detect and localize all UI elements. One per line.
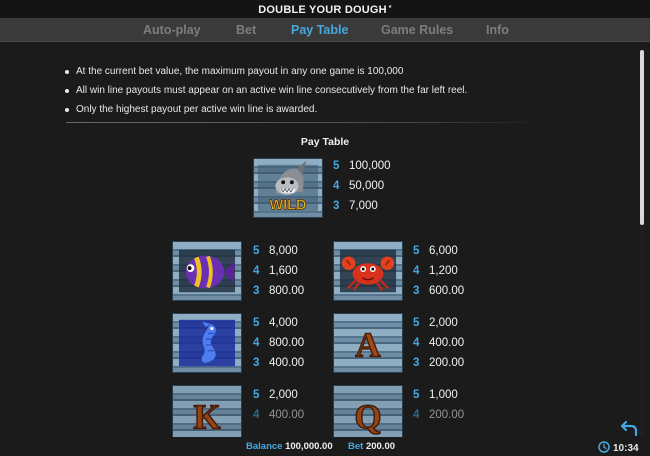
- rule-text: Only the highest payout per active win l…: [76, 104, 318, 115]
- pay-count: 4: [413, 409, 420, 421]
- pay-amount: 1,200: [429, 265, 458, 277]
- pay-amount: 2,000: [429, 317, 458, 329]
- pay-count: 5: [413, 245, 420, 257]
- letter-a-label: A: [355, 326, 380, 365]
- pay-row: 4 400.00: [253, 405, 304, 425]
- pay-count: 4: [413, 265, 420, 277]
- back-arrow-icon[interactable]: [620, 420, 640, 437]
- pay-table-panel: At the current bet value, the maximum pa…: [0, 42, 650, 437]
- pay-amount: 400.00: [269, 409, 305, 421]
- rule-text: At the current bet value, the maximum pa…: [76, 66, 404, 77]
- rule-item: All win line payouts must appear on an a…: [62, 81, 467, 100]
- title-bar: DOUBLE YOUR DOUGH *: [0, 0, 650, 18]
- balance-value: 100,000.00: [285, 441, 333, 452]
- clock-time: 10:34: [613, 443, 639, 454]
- pay-count: 5: [413, 317, 420, 329]
- pay-amount: 2,000: [269, 389, 298, 401]
- bet-value: 200.00: [365, 441, 396, 452]
- pay-amount: 7,000: [349, 200, 378, 212]
- bullet-icon: [65, 70, 69, 74]
- pay-row: 5 1,000: [413, 385, 458, 405]
- clock-icon: [598, 441, 610, 453]
- pay-count: 4: [253, 337, 260, 349]
- pay-amount: 400.00: [429, 337, 465, 349]
- divider: [66, 122, 546, 123]
- pay-count: 5: [333, 160, 340, 172]
- pay-row: 5 8,000: [253, 241, 298, 261]
- pay-count: 5: [253, 245, 260, 257]
- pay-row: 4 400.00: [413, 333, 464, 353]
- pay-row: 3 7,000: [333, 196, 378, 216]
- tab-info[interactable]: Info: [486, 18, 509, 41]
- wild-shark-icon: WILD: [253, 158, 323, 218]
- title-mark: *: [388, 5, 392, 12]
- pay-amount: 8,000: [269, 245, 298, 257]
- pay-count: 3: [413, 357, 420, 369]
- pay-row: 3 200.00: [413, 353, 464, 373]
- pay-count: 5: [253, 317, 260, 329]
- pay-row: 3 800.00: [253, 281, 304, 301]
- pay-amount: 4,000: [269, 317, 298, 329]
- purple-fish-icon: [172, 241, 242, 301]
- wild-label: WILD: [269, 197, 306, 213]
- rule-item: At the current bet value, the maximum pa…: [62, 62, 467, 81]
- pay-row: 4 800.00: [253, 333, 304, 353]
- pay-row: 5 2,000: [413, 313, 458, 333]
- pay-amount: 800.00: [269, 337, 305, 349]
- bullet-icon: [65, 108, 69, 112]
- letter-k-icon: K: [172, 385, 242, 437]
- pay-amount: 200.00: [429, 357, 465, 369]
- pay-amount: 50,000: [349, 180, 385, 192]
- pay-count: 4: [413, 337, 420, 349]
- tab-auto-play[interactable]: Auto-play: [143, 18, 201, 41]
- clock: 10:34: [598, 441, 639, 455]
- tab-bet[interactable]: Bet: [236, 18, 256, 41]
- pay-row: 5 100,000: [333, 156, 391, 176]
- pay-count: 3: [253, 357, 260, 369]
- pay-amount: 100,000: [349, 160, 391, 172]
- pay-amount: 1,000: [429, 389, 458, 401]
- pay-count: 4: [333, 180, 340, 192]
- pay-count: 5: [413, 389, 420, 401]
- pay-amount: 800.00: [269, 285, 305, 297]
- letter-q-icon: Q: [333, 385, 403, 437]
- pay-row: 4 200.00: [413, 405, 464, 425]
- pay-amount: 1,600: [269, 265, 298, 277]
- letter-a-icon: A: [333, 313, 403, 373]
- pay-count: 3: [413, 285, 420, 297]
- tab-game-rules[interactable]: Game Rules: [381, 18, 453, 41]
- footer-bar: Balance 100,000.00 Bet 200.00: [0, 437, 650, 455]
- pay-row: 5 6,000: [413, 241, 458, 261]
- pay-row: 4 50,000: [333, 176, 384, 196]
- rule-item: Only the highest payout per active win l…: [62, 100, 467, 119]
- balance-label: Balance: [246, 441, 283, 452]
- rules-list: At the current bet value, the maximum pa…: [62, 62, 467, 119]
- pay-count: 4: [253, 409, 260, 421]
- game-title: DOUBLE YOUR DOUGH: [258, 4, 387, 16]
- pay-table-heading: Pay Table: [300, 136, 350, 148]
- pay-amount: 600.00: [429, 285, 465, 297]
- bullet-icon: [65, 89, 69, 93]
- red-crab-icon: [333, 241, 403, 301]
- pay-count: 3: [333, 200, 340, 212]
- bet-label: Bet: [348, 441, 364, 452]
- pay-row: 3 400.00: [253, 353, 304, 373]
- pay-row: 5 2,000: [253, 385, 298, 405]
- pay-amount: 6,000: [429, 245, 458, 257]
- pay-row: 3 600.00: [413, 281, 464, 301]
- tab-pay-table[interactable]: Pay Table: [291, 18, 348, 41]
- pay-row: 4 1,600: [253, 261, 298, 281]
- pay-amount: 400.00: [269, 357, 305, 369]
- pay-row: 5 4,000: [253, 313, 298, 333]
- pay-count: 4: [253, 265, 260, 277]
- letter-k-label: K: [193, 398, 220, 437]
- seahorse-icon: [172, 313, 242, 373]
- tab-bar: Auto-play Bet Pay Table Game Rules Info: [0, 18, 650, 42]
- rule-text: All win line payouts must appear on an a…: [76, 85, 468, 96]
- pay-amount: 200.00: [429, 409, 465, 421]
- pay-count: 3: [253, 285, 260, 297]
- pay-count: 5: [253, 389, 260, 401]
- pay-row: 4 1,200: [413, 261, 458, 281]
- letter-q-label: Q: [354, 398, 381, 437]
